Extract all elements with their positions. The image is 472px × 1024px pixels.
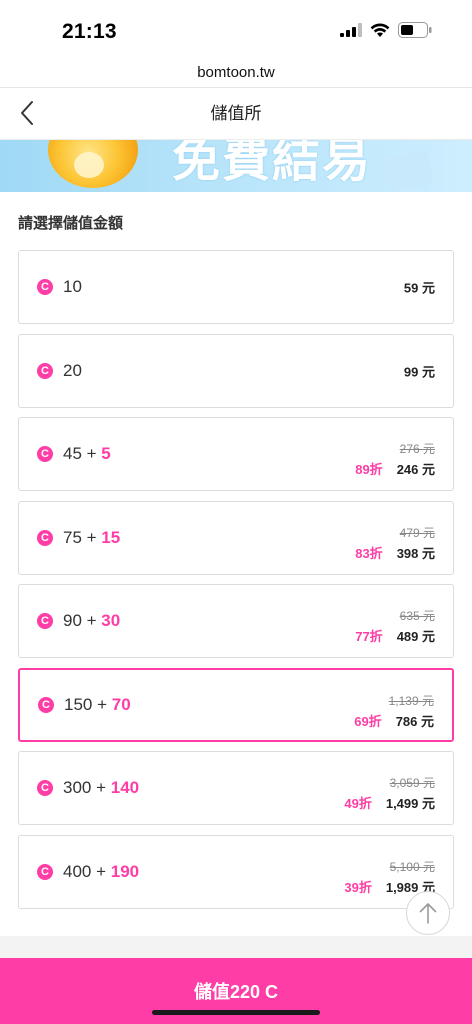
page-title: 儲值所 xyxy=(210,104,262,123)
original-price: 1,139 元 xyxy=(388,693,434,708)
back-button[interactable] xyxy=(12,98,42,128)
discount-badge: 77折 xyxy=(355,629,383,644)
original-price: 5,100 元 xyxy=(389,859,435,874)
signal-icon xyxy=(340,23,362,37)
original-price: 276 元 xyxy=(399,442,435,456)
coin-icon: C xyxy=(37,529,53,546)
status-bar: 21:13 xyxy=(0,0,472,58)
discount-badge: 83折 xyxy=(355,545,383,561)
home-indicator xyxy=(152,1010,320,1015)
nav-bar: 儲值所 xyxy=(0,88,472,140)
original-price: 3,059 元 xyxy=(389,776,435,790)
discount-badge: 39折 xyxy=(344,879,372,895)
price-row: 89折 246 元 xyxy=(355,459,435,478)
option-amount: 10 xyxy=(63,277,82,297)
promo-banner[interactable]: 免費結易 xyxy=(0,140,472,192)
battery-icon xyxy=(398,22,432,38)
charge-option-7[interactable]: C 300 + 140 3,059 元 49折 1,499 元 xyxy=(18,751,454,825)
original-price: 479 元 xyxy=(399,525,435,540)
charge-option-1[interactable]: C 10 59 元 xyxy=(18,250,454,324)
option-amount: 20 xyxy=(63,361,82,381)
final-price: 489 元 xyxy=(396,629,435,644)
coin-icon: C xyxy=(37,863,53,880)
coin-highlight xyxy=(74,152,104,178)
final-price: 246 元 xyxy=(396,462,435,477)
scroll-top-arrow-icon xyxy=(419,903,437,924)
base-amount: 20 xyxy=(63,360,82,380)
base-amount: 10 xyxy=(63,277,82,296)
discount-badge: 69折 xyxy=(354,713,382,729)
back-arrow-icon xyxy=(21,101,33,125)
bonus-amount: 5 xyxy=(101,444,111,463)
bonus-amount: 30 xyxy=(101,611,121,630)
coin-icon: C xyxy=(37,362,53,379)
banner-decoration xyxy=(382,149,436,192)
browser-url[interactable]: bomtoon.tw xyxy=(0,58,472,88)
discount-badge: 49折 xyxy=(344,796,372,811)
bonus-amount: 140 xyxy=(110,778,140,797)
option-amount: 75 + 15 xyxy=(63,528,120,548)
final-price: 398 元 xyxy=(396,545,435,561)
coin-icon: C xyxy=(37,446,53,462)
coin-icon: C xyxy=(37,613,53,629)
charge-option-6[interactable]: C 150 + 70 1,139 元 69折 786 元 xyxy=(18,667,454,742)
bonus-amount: 70 xyxy=(111,694,131,714)
base-amount: 45 + xyxy=(63,444,102,463)
status-time: 21:13 xyxy=(62,20,117,43)
base-amount: 300 + xyxy=(63,778,111,797)
base-amount: 75 + xyxy=(63,527,102,547)
base-amount: 90 + xyxy=(63,611,102,630)
coin-icon: C xyxy=(38,696,54,713)
original-price: 635 元 xyxy=(399,609,435,623)
status-icons xyxy=(340,22,432,38)
scroll-top-button[interactable] xyxy=(406,891,450,935)
coin-icon: C xyxy=(37,780,53,796)
final-price: 99 元 xyxy=(403,364,435,379)
final-price: 1,499 元 xyxy=(385,796,435,811)
charge-option-4[interactable]: C 75 + 15 479 元 83折 398 元 xyxy=(18,500,454,575)
price-row: 77折 489 元 xyxy=(355,626,435,645)
charge-option-3[interactable]: C 45 + 5 276 元 89折 246 元 xyxy=(18,417,454,491)
footer-strip xyxy=(0,936,472,958)
charge-option-8[interactable]: C 400 + 190 5,100 元 39折 1,989 元 xyxy=(18,834,454,909)
price-row: 83折 398 元 xyxy=(355,543,435,562)
option-amount: 400 + 190 xyxy=(63,862,139,882)
final-price: 786 元 xyxy=(395,713,434,729)
final-price: 59 元 xyxy=(403,280,435,296)
price-row: 69折 786 元 xyxy=(354,711,434,730)
charge-option-2[interactable]: C 20 99 元 xyxy=(18,333,454,408)
section-title: 請選擇儲值金額 xyxy=(18,215,124,232)
option-amount: 45 + 5 xyxy=(63,444,111,464)
price-row: 49折 1,499 元 xyxy=(344,793,435,812)
option-amount: 90 + 30 xyxy=(63,611,120,631)
wifi-icon xyxy=(370,23,390,37)
option-amount: 150 + 70 xyxy=(64,695,131,715)
charge-options-list: C 10 59 元 C 20 99 元 C 45 + 5 276 元 89折 246 元 C 75 + … xyxy=(18,250,454,918)
base-amount: 400 + xyxy=(63,861,111,881)
bonus-amount: 190 xyxy=(110,861,140,881)
discount-badge: 89折 xyxy=(355,462,383,477)
base-amount: 150 + xyxy=(64,694,112,714)
banner-text: 免費結易 xyxy=(172,140,373,188)
coin-icon: C xyxy=(37,279,53,295)
bonus-amount: 15 xyxy=(101,527,121,547)
charge-option-5[interactable]: C 90 + 30 635 元 77折 489 元 xyxy=(18,584,454,658)
option-amount: 300 + 140 xyxy=(63,778,139,798)
